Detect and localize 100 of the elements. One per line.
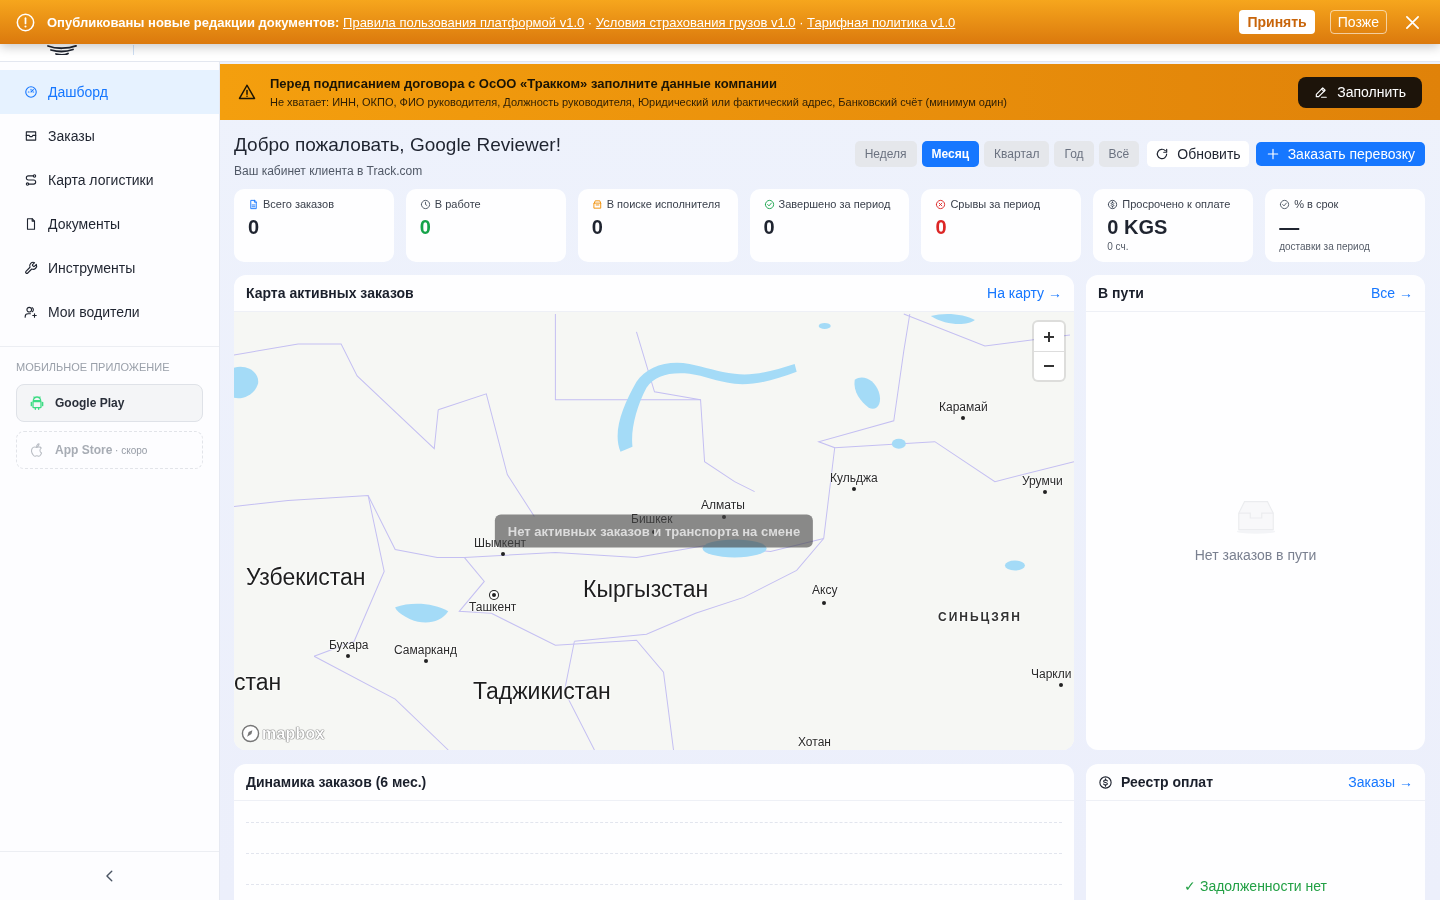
wrench-icon (24, 261, 38, 275)
cross-circle-icon (935, 198, 947, 210)
city-dot-icon (346, 654, 350, 658)
map-label: стан (234, 669, 282, 696)
map-label: Чаркли (1031, 668, 1072, 682)
city-dot-icon (961, 416, 965, 420)
stat-note: 0 сч. (1107, 241, 1130, 252)
stat-label: Завершено за период (778, 198, 891, 210)
stat-label: Всего заказов (263, 198, 334, 210)
refresh-button[interactable]: Обновить (1147, 141, 1249, 167)
accept-button[interactable]: Принять (1239, 10, 1315, 34)
check-circle-icon (1279, 198, 1291, 210)
welcome-subtitle: Ваш кабинет клиента в Track.com (234, 164, 424, 178)
pen-icon (1314, 85, 1329, 99)
users-icon (24, 305, 38, 319)
sidebar-item[interactable]: Документы (0, 202, 219, 246)
later-button[interactable]: Позже (1329, 10, 1387, 34)
map-label: Бухара (329, 639, 369, 653)
warning-icon (238, 83, 256, 101)
period-tab[interactable]: Год (1054, 141, 1094, 167)
city-dot-icon (822, 601, 826, 605)
document-link[interactable]: Правила пользования платформой v1.0 (343, 14, 585, 30)
check-circle-icon (763, 198, 775, 210)
route-icon (24, 173, 38, 187)
stat-label: Просрочено к оплате (1122, 198, 1231, 210)
stat-value: 0 (419, 215, 431, 239)
alert-title: Перед подписанием договора с ОсОО «Тракком» заполните данные компании (270, 76, 778, 91)
gauge-icon (24, 85, 38, 99)
stat-value: 0 (935, 215, 947, 239)
map-label: Ташкент (469, 601, 517, 615)
map-label: Самарканд (394, 644, 457, 658)
card-title: В пути (1098, 285, 1144, 301)
sidebar-item[interactable]: Дашборд (0, 70, 219, 114)
stat-label: В работе (434, 198, 481, 210)
stat-value: 0 (248, 215, 260, 239)
fill-in-button[interactable]: Заполнить (1298, 76, 1422, 108)
welcome-title: Добро пожаловать, Google Reviewer! (234, 133, 561, 157)
map-label: СИНЬЦЗЯН (938, 611, 1022, 625)
card-title: Реестр оплат (1121, 774, 1213, 790)
city-dot-icon (652, 530, 656, 534)
box-icon (591, 198, 603, 210)
card-title: Динамика заказов (6 мес.) (246, 774, 427, 790)
map-label: Хотан (798, 736, 831, 750)
plus-icon (1265, 147, 1280, 161)
stat-note: доставки за период (1279, 241, 1371, 252)
store-button[interactable]: Google Play (16, 384, 203, 422)
plus-icon (1043, 330, 1055, 343)
sidebar-item[interactable]: Мои водители (0, 290, 219, 334)
stat-value: 0 KGS (1107, 215, 1168, 239)
map-label: Бишкек (631, 513, 673, 527)
stat-value: 0 (591, 215, 603, 239)
map-attribution: mapbox (262, 724, 325, 743)
orders-link[interactable]: Заказы → (1348, 774, 1413, 790)
map-label: Таджикистан (473, 678, 611, 705)
open-map-link[interactable]: На карту → (987, 285, 1062, 301)
map-label: Кульджа (830, 472, 878, 486)
document-icon (248, 198, 259, 210)
sidebar-item[interactable]: Заказы (0, 114, 219, 158)
map-label: Аксу (812, 584, 838, 598)
map-label: Кыргызстан (583, 576, 709, 603)
map-label: Карамай (939, 401, 988, 415)
android-icon (29, 395, 45, 411)
document-link[interactable]: Условия страхования грузов v1.0 (595, 14, 796, 30)
period-tab[interactable]: Неделя (854, 141, 917, 167)
order-transport-button[interactable]: Заказать перевозку (1255, 142, 1425, 166)
city-dot-icon (852, 487, 856, 491)
dollar-circle-icon (1107, 198, 1119, 210)
tray-icon (24, 129, 38, 143)
logo-mark-icon (241, 724, 260, 743)
city-dot-icon (501, 552, 505, 556)
debt-status: ✓ Задолженности нет (1184, 878, 1327, 894)
city-dot-icon (722, 515, 726, 519)
city-dot-icon (424, 659, 428, 663)
notice-message: Опубликованы новые редакции документов: Правила пользования платформой v1.0 · Условия страхования грузов v1.0 · Тарифная политика v1.0 (47, 14, 957, 30)
stat-label: % в срок (1294, 198, 1339, 210)
stat-value: 0 (763, 215, 775, 239)
close-icon (1405, 14, 1420, 30)
alert-icon (16, 12, 35, 32)
alert-message: Не хватает: ИНН, ОКПО, ФИО руководителя, Должность руководителя, Юридический или фактический адрес, Банковский счёт (минимум один) (270, 96, 1008, 108)
close-button[interactable] (1405, 14, 1420, 30)
logo-icon (47, 45, 77, 55)
view-all-link[interactable]: Все → (1371, 285, 1413, 301)
refresh-icon (1155, 147, 1170, 161)
sidebar-item[interactable]: Инструменты (0, 246, 219, 290)
city-dot-icon (1043, 490, 1047, 494)
empty-message: Нет заказов в пути (1194, 547, 1317, 563)
stat-value: — (1279, 215, 1300, 239)
clock-icon (419, 198, 431, 210)
sidebar-item[interactable]: Карта логистики (0, 158, 219, 202)
period-tab[interactable]: Всё (1098, 141, 1140, 167)
stat-label: Срывы за период (950, 198, 1041, 210)
period-tab[interactable]: Квартал (984, 141, 1050, 167)
card-title: Карта активных заказов (246, 285, 414, 301)
map-label: Алматы (701, 499, 745, 513)
map-label: Урумчи (1022, 475, 1063, 489)
city-dot-icon (1059, 683, 1063, 687)
map-label: Узбекистан (246, 564, 366, 591)
period-tab[interactable]: Месяц (921, 141, 980, 167)
apple-icon (29, 442, 45, 458)
document-link[interactable]: Тарифная политика v1.0 (807, 14, 956, 30)
